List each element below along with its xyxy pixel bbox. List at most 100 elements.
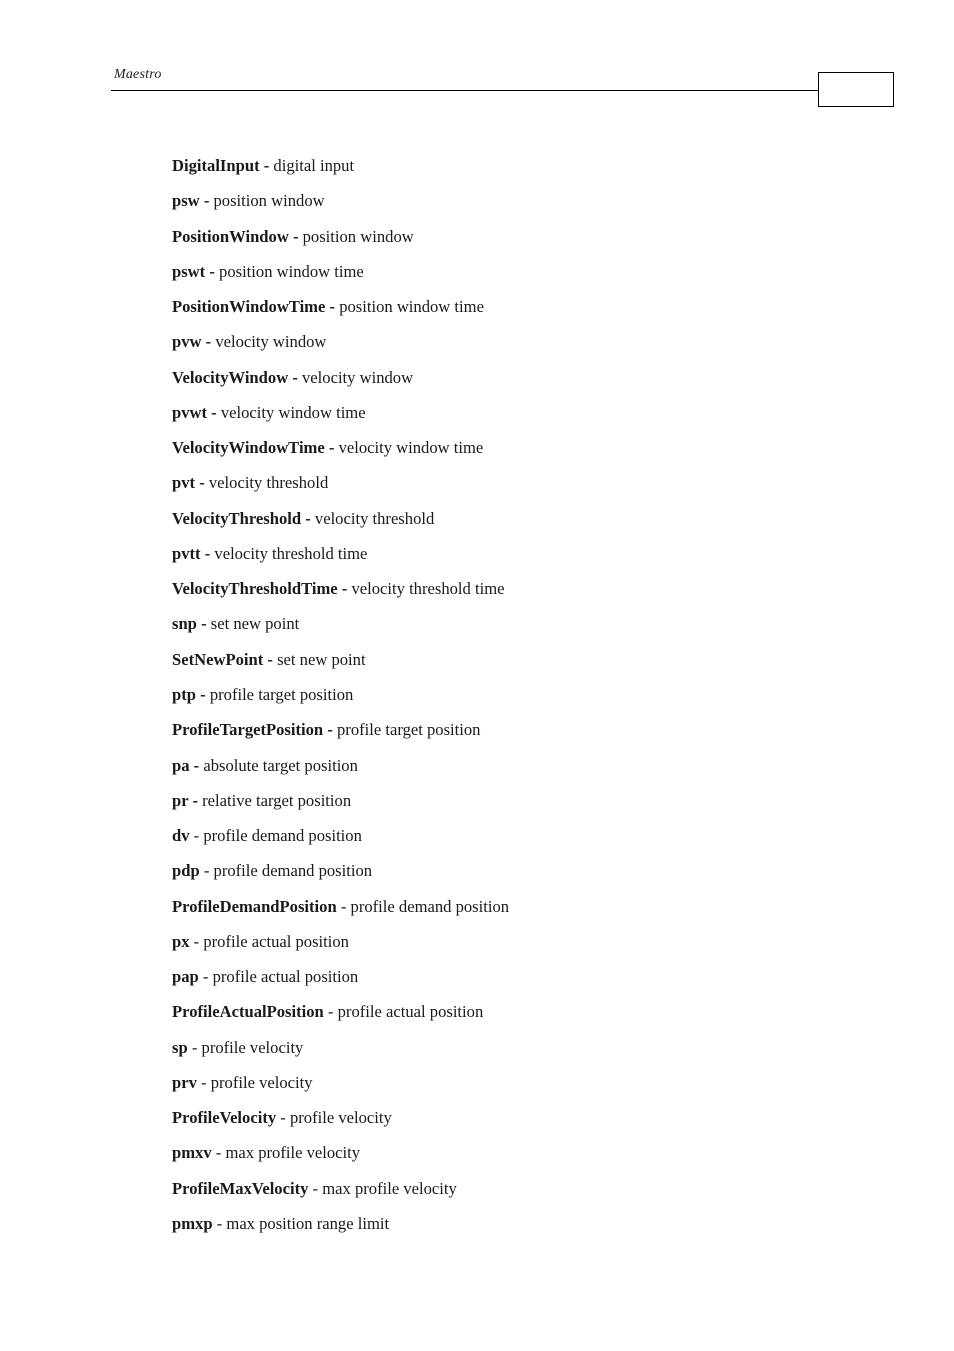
list-item: pmxp - max position range limit (172, 1213, 509, 1248)
command-description: velocity threshold (310, 508, 435, 528)
command-term: VelocityThreshold - (172, 508, 311, 528)
command-description: max position range limit (226, 1213, 390, 1233)
command-term: ptp - (172, 684, 206, 704)
list-item: pa - absolute target position (172, 755, 509, 790)
list-item: ptp - profile target position (172, 684, 509, 719)
command-term: VelocityWindow - (172, 367, 298, 387)
command-description: profile actual position (337, 1002, 484, 1022)
command-description: profile velocity (201, 1037, 304, 1057)
command-description: set new point (272, 649, 366, 669)
command-term: pvwt - (172, 402, 217, 422)
command-description: velocity window (297, 367, 414, 387)
separator: - (336, 896, 351, 916)
command-term: ProfileDemandPosition (172, 896, 337, 916)
command-description: velocity threshold time (347, 579, 505, 599)
list-item: ProfileDemandPosition - profile demand p… (172, 896, 509, 931)
command-alias-list: DigitalInput - digital input psw - positi… (172, 155, 509, 1248)
command-term: pr - (172, 790, 198, 810)
separator: - (189, 826, 204, 846)
list-item: pvwt - velocity window time (172, 402, 509, 437)
list-item: sp - profile velocity (172, 1037, 509, 1072)
command-term: DigitalInput - (172, 156, 270, 175)
command-description: max profile velocity (225, 1143, 361, 1163)
list-item: DigitalInput - digital input (172, 155, 509, 190)
command-description: profile demand position (350, 896, 510, 916)
separator: - (189, 931, 204, 951)
command-description: profile velocity (210, 1072, 313, 1092)
command-term: PositionWindowTime - (172, 297, 336, 317)
command-description: profile actual position (212, 967, 359, 987)
list-item: pswt - position window time (172, 261, 509, 296)
separator: - (199, 861, 214, 881)
list-item: VelocityThreshold - velocity threshold (172, 508, 509, 543)
command-term: pmxv (172, 1143, 212, 1163)
command-term: VelocityThresholdTime - (172, 579, 348, 599)
command-description: position window time (335, 297, 484, 317)
separator: - (198, 967, 213, 987)
list-item: snp - set new point (172, 613, 509, 648)
command-term: pvtt - (172, 543, 211, 563)
running-header-title: Maestro (114, 67, 162, 82)
command-term: pvt - (172, 473, 205, 493)
list-item: VelocityWindow - velocity window (172, 367, 509, 402)
list-item: pvw - velocity window (172, 331, 509, 366)
command-description: profile target position (205, 684, 354, 704)
command-term: pdp (172, 861, 200, 881)
command-term: pa - (172, 755, 200, 775)
command-term: ProfileMaxVelocity (172, 1178, 309, 1198)
list-item: prv - profile velocity (172, 1072, 509, 1107)
command-term: snp - (172, 614, 207, 634)
separator: - (196, 1072, 211, 1092)
command-description: absolute target position (199, 755, 358, 775)
list-item: pr - relative target position (172, 790, 509, 825)
command-description: profile target position (332, 720, 481, 740)
command-description: set new point (206, 614, 300, 634)
command-term: psw - (172, 191, 210, 211)
separator: - (276, 1108, 290, 1128)
list-item: psw - position window (172, 190, 509, 225)
command-term: pvw - (172, 332, 212, 352)
list-item: px - profile actual position (172, 931, 509, 966)
separator: - (212, 1213, 227, 1233)
page-number-box (818, 72, 894, 107)
command-description: profile velocity (289, 1108, 392, 1128)
command-description: profile demand position (213, 861, 373, 881)
list-item: ProfileActualPosition - profile actual p… (172, 1001, 509, 1036)
command-term: SetNewPoint - (172, 649, 273, 669)
list-item: pmxv - max profile velocity (172, 1142, 509, 1177)
list-item: pdp - profile demand position (172, 860, 509, 895)
command-description: velocity threshold (204, 473, 329, 493)
command-description: position window time (214, 261, 364, 281)
command-description: velocity window time (216, 402, 366, 422)
command-description: position window (298, 226, 414, 246)
separator: - (187, 1037, 202, 1057)
separator: - (308, 1178, 323, 1198)
separator: - (323, 1002, 338, 1022)
command-term: pswt - (172, 261, 215, 281)
list-item: ProfileMaxVelocity - max profile velocit… (172, 1178, 509, 1213)
list-item: VelocityWindowTime - velocity window tim… (172, 437, 509, 472)
separator: - (211, 1143, 226, 1163)
list-item: pap - profile actual position (172, 966, 509, 1001)
list-item: ProfileVelocity - profile velocity (172, 1107, 509, 1142)
list-item: pvt - velocity threshold (172, 472, 509, 507)
list-item: PositionWindow - position window (172, 226, 509, 261)
command-term: dv (172, 826, 190, 846)
list-item: VelocityThresholdTime - velocity thresho… (172, 578, 509, 613)
command-description: profile demand position (203, 826, 362, 846)
command-description: digital input (269, 156, 355, 175)
list-item: ProfileTargetPosition - profile target p… (172, 719, 509, 754)
command-term: px (172, 931, 190, 951)
command-term: pmxp (172, 1213, 213, 1233)
list-item: PositionWindowTime - position window tim… (172, 296, 509, 331)
command-description: relative target position (197, 790, 352, 810)
command-description: max profile velocity (322, 1178, 457, 1198)
list-item: dv - profile demand position (172, 825, 509, 860)
header-divider (111, 90, 819, 91)
command-term: ProfileActualPosition (172, 1002, 324, 1022)
command-term: pap (172, 967, 199, 987)
command-term: sp (172, 1037, 188, 1057)
command-description: velocity window time (334, 438, 484, 458)
command-description: velocity window (211, 332, 327, 352)
command-term: ProfileVelocity (172, 1108, 277, 1128)
